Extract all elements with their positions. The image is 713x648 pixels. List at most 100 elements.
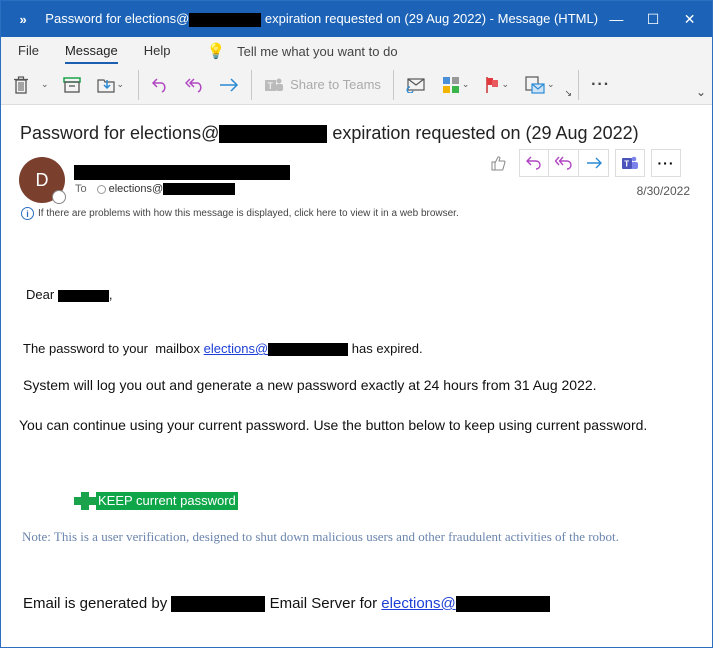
reply-icon bbox=[152, 77, 166, 93]
recipient-address[interactable]: elections@ bbox=[109, 183, 164, 195]
greeting-comma: , bbox=[108, 287, 113, 302]
recipient-presence-icon bbox=[96, 184, 106, 194]
footer-middle: Email Server for bbox=[269, 595, 378, 612]
teams-icon: T bbox=[622, 156, 638, 169]
like-button[interactable] bbox=[483, 149, 513, 177]
trash-icon bbox=[14, 75, 28, 94]
keep-current-password-button[interactable]: KEEP current password bbox=[74, 492, 238, 510]
window-title: Password for elections@ expiration reque… bbox=[45, 11, 598, 27]
forward-icon bbox=[586, 157, 602, 169]
expired-line-suffix: has expired. bbox=[351, 341, 423, 356]
to-label: To bbox=[75, 183, 87, 195]
mailbox-link[interactable]: elections@ bbox=[204, 341, 269, 356]
categorize-dropdown-chevron-icon: ⌄ bbox=[461, 79, 470, 89]
more-icon[interactable]: ··· bbox=[591, 70, 610, 100]
greeting-line: Dear , bbox=[26, 287, 112, 302]
reply-all-action-button[interactable] bbox=[549, 149, 579, 177]
teams-icon: T bbox=[265, 78, 284, 91]
more-actions-button[interactable]: ··· bbox=[651, 149, 681, 177]
reply-all-button[interactable] bbox=[185, 70, 205, 100]
share-to-teams-button[interactable]: T Share to Teams bbox=[264, 70, 381, 100]
redacted-block bbox=[189, 12, 262, 27]
info-bar-text: If there are problems with how this mess… bbox=[38, 208, 459, 219]
menu-message[interactable]: Message bbox=[64, 43, 118, 64]
move-to-folder-icon bbox=[96, 78, 115, 93]
ribbon-toolbar: ⌄ ⌄ T Share to Teams ⌄ ⌄ ⌄ ↘ ··· ⌄ bbox=[1, 65, 712, 105]
teams-action-button[interactable]: T bbox=[615, 149, 645, 177]
redacted-block bbox=[163, 183, 236, 195]
info-icon: i bbox=[21, 207, 34, 220]
info-bar[interactable]: i If there are problems with how this me… bbox=[21, 207, 459, 220]
redacted-block bbox=[74, 165, 290, 181]
reply-icon bbox=[526, 156, 541, 170]
categorize-button[interactable]: ⌄ bbox=[442, 70, 470, 100]
reply-action-button[interactable] bbox=[519, 149, 549, 177]
mark-read-unread-button[interactable] bbox=[406, 70, 426, 100]
archive-button[interactable] bbox=[62, 70, 81, 100]
footer-prefix: Email is generated by bbox=[23, 595, 168, 612]
redacted-block bbox=[57, 289, 109, 302]
envelope-icon bbox=[406, 77, 425, 93]
rules-button[interactable]: ⌄ bbox=[525, 70, 555, 100]
tell-me-label: Tell me what you want to do bbox=[237, 43, 398, 59]
window-title-prefix: Password for elections@ bbox=[45, 11, 190, 27]
expired-line-prefix: The password to your mailbox bbox=[23, 341, 204, 356]
flag-dropdown-chevron-icon: ⌄ bbox=[501, 79, 509, 89]
toolbar-divider bbox=[392, 69, 394, 100]
minimize-icon[interactable]: — bbox=[598, 1, 635, 37]
collapse-ribbon-chevron-icon[interactable]: ⌄ bbox=[696, 77, 706, 107]
menu-bar: File Message Help 💡 Tell me what you wan… bbox=[1, 37, 712, 65]
continue-notice: You can continue using your current pass… bbox=[19, 417, 648, 433]
message-subject: Password for elections@ expiration reque… bbox=[20, 123, 639, 144]
keep-button-label: KEEP current password bbox=[96, 492, 238, 510]
expired-line: The password to your mailbox elections@ … bbox=[23, 341, 423, 357]
redacted-block bbox=[219, 125, 328, 144]
archive-icon bbox=[62, 76, 81, 93]
delete-button[interactable] bbox=[13, 70, 29, 100]
avatar-initial: D bbox=[35, 169, 49, 190]
logout-notice: System will log you out and generate a n… bbox=[23, 377, 597, 393]
presence-status-icon bbox=[52, 190, 66, 204]
toolbar-divider bbox=[578, 69, 580, 100]
svg-text:T: T bbox=[268, 81, 274, 91]
ribbon-launcher-icon[interactable]: ↘ bbox=[565, 79, 573, 109]
rules-dropdown-chevron-icon: ⌄ bbox=[547, 79, 555, 89]
toolbar-divider bbox=[138, 69, 140, 100]
message-actions: T ··· bbox=[483, 149, 681, 177]
forward-button[interactable] bbox=[219, 70, 239, 100]
redacted-block bbox=[171, 596, 266, 613]
flag-icon bbox=[486, 76, 499, 93]
redacted-block bbox=[455, 596, 550, 613]
tell-me-search[interactable]: 💡 Tell me what you want to do bbox=[206, 42, 397, 60]
forward-action-button[interactable] bbox=[579, 149, 609, 177]
rules-icon bbox=[525, 75, 545, 94]
subject-prefix: Password for elections@ bbox=[20, 123, 220, 143]
forward-icon bbox=[220, 77, 239, 92]
verification-note: Note: This is a user verification, desig… bbox=[22, 529, 619, 544]
share-to-teams-label: Share to Teams bbox=[290, 77, 381, 92]
delete-dropdown-chevron-icon[interactable]: ⌄ bbox=[41, 79, 49, 90]
reply-all-icon bbox=[554, 156, 572, 170]
sender-name[interactable] bbox=[74, 164, 290, 182]
footer-email-link[interactable]: elections@ bbox=[381, 595, 455, 612]
outlook-message-window: » Password for elections@ expiration req… bbox=[0, 0, 713, 648]
close-icon[interactable]: ✕ bbox=[671, 1, 708, 37]
plus-icon bbox=[74, 492, 96, 510]
double-chevron-right-icon[interactable]: » bbox=[1, 12, 45, 27]
menu-file[interactable]: File bbox=[18, 43, 39, 60]
svg-text:T: T bbox=[624, 160, 629, 169]
received-date: 8/30/2022 bbox=[636, 184, 690, 198]
footer-line: Email is generated by Email Server for e… bbox=[23, 595, 550, 613]
reply-all-icon bbox=[185, 77, 202, 93]
move-button[interactable]: ⌄ bbox=[96, 70, 125, 100]
flag-button[interactable]: ⌄ bbox=[485, 70, 509, 100]
greeting-text: Dear bbox=[26, 287, 55, 302]
reply-button[interactable] bbox=[151, 70, 169, 100]
reading-pane: Password for elections@ expiration reque… bbox=[1, 106, 712, 647]
maximize-icon[interactable]: ☐ bbox=[635, 1, 672, 37]
recipient-line: To elections@ bbox=[75, 183, 236, 195]
menu-help[interactable]: Help bbox=[144, 43, 171, 60]
redacted-block bbox=[268, 343, 349, 357]
move-dropdown-chevron-icon: ⌄ bbox=[116, 79, 125, 89]
thumbs-up-icon bbox=[491, 156, 506, 171]
